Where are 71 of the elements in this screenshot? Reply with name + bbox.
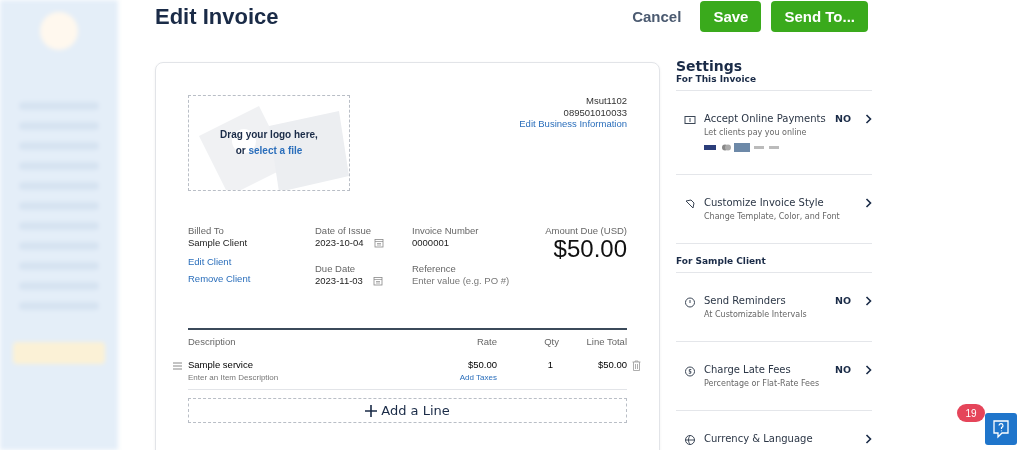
item-description[interactable]: Enter an Item Description [188, 373, 427, 382]
drag-handle-icon[interactable] [173, 362, 182, 370]
item-qty[interactable]: 1 [497, 359, 559, 382]
globe-icon [684, 434, 696, 446]
status-label: NO [834, 364, 851, 377]
chevron-right-icon [865, 365, 872, 375]
coin-icon [684, 365, 696, 377]
status-label: NO [834, 113, 851, 126]
field-value[interactable]: 0000001 [412, 236, 546, 249]
add-line-button[interactable]: Add a Line [188, 398, 627, 423]
banknote-icon [684, 114, 696, 126]
settings-item[interactable]: Charge Late Fees Percentage or Flat-Rate Fees NO [676, 342, 872, 411]
calendar-icon[interactable] [372, 275, 383, 286]
page-title: Edit Invoice [155, 3, 280, 30]
section-heading: For Sample Client [676, 244, 872, 273]
trash-icon[interactable] [632, 360, 641, 371]
amount-label: Amount Due (USD) [545, 225, 627, 236]
logo-drop-zone[interactable]: Drag your logo here, or select a file [188, 95, 350, 191]
business-name: Msut1102 [586, 95, 627, 107]
select-file-link[interactable]: select a file [248, 145, 303, 156]
status-label: NO [834, 295, 851, 308]
chevron-right-icon [865, 198, 872, 208]
setting-title: Charge Late Fees [704, 364, 792, 375]
section-heading: For This Invoice [676, 74, 872, 91]
help-chat-icon [992, 419, 1010, 439]
column-header: Rate [475, 336, 497, 347]
business-phone: 089501010033 [563, 106, 627, 118]
column-header: Description [188, 336, 237, 347]
date-value[interactable]: 2023-11-03 [315, 274, 363, 287]
add-taxes-link[interactable]: Add Taxes [459, 373, 497, 382]
line-total: $50.00 [596, 359, 627, 372]
help-chat-button[interactable] [985, 413, 1017, 445]
reference-input[interactable]: Enter value (e.g. PO #) [412, 274, 512, 287]
setting-subtitle: Percentage or Flat-Rate Fees [704, 379, 821, 388]
plus-icon [365, 404, 378, 417]
setting-subtitle: Let clients pay you online [704, 128, 808, 137]
chevron-right-icon [865, 114, 872, 124]
column-header: Line Total [585, 336, 627, 347]
settings-title: Settings [676, 58, 744, 74]
brush-icon [684, 198, 696, 210]
date-value[interactable]: 2023-10-04 [315, 236, 364, 249]
client-link[interactable]: Edit Client [188, 253, 232, 270]
amount-due: $50.00 [553, 236, 627, 262]
field-label: Due Date [315, 263, 357, 274]
chevron-right-icon [865, 434, 872, 444]
item-name[interactable]: Sample service [188, 359, 427, 370]
setting-subtitle: Change Template, Color, and Font [704, 212, 841, 221]
setting-title: Currency & Language [704, 433, 814, 444]
field-value: Sample Client [188, 236, 249, 249]
field-label: Reference [412, 263, 457, 274]
setting-title: Send Reminders [704, 295, 787, 306]
column-header: Qty [543, 336, 559, 347]
edit-business-link[interactable]: Edit Business Information [519, 118, 627, 130]
setting-title: Customize Invoice Style [704, 197, 825, 208]
calendar-icon[interactable] [373, 237, 384, 248]
settings-item[interactable]: Accept Online Payments Let clients pay you online NO [676, 91, 872, 175]
field-label: Billed To [188, 225, 225, 236]
cancel-button[interactable]: Cancel [623, 1, 691, 32]
settings-item[interactable]: Currency & Language [676, 411, 872, 446]
settings-item[interactable]: Customize Invoice Style Change Template, Color, and Font [676, 175, 872, 244]
notification-badge: 19 [957, 404, 985, 422]
field-label: Date of Issue [315, 225, 372, 236]
settings-item[interactable]: Send Reminders At Customizable Intervals NO [676, 273, 872, 342]
setting-title: Accept Online Payments [704, 113, 827, 124]
client-link[interactable]: Remove Client [188, 270, 251, 287]
field-label: Invoice Number [412, 225, 480, 236]
logo-upload-text: Drag your logo here, or select a file [220, 128, 318, 158]
setting-subtitle: At Customizable Intervals [704, 310, 808, 319]
chevron-right-icon [865, 296, 872, 306]
clock-icon [684, 296, 696, 308]
item-rate[interactable]: $50.00 [467, 359, 497, 370]
